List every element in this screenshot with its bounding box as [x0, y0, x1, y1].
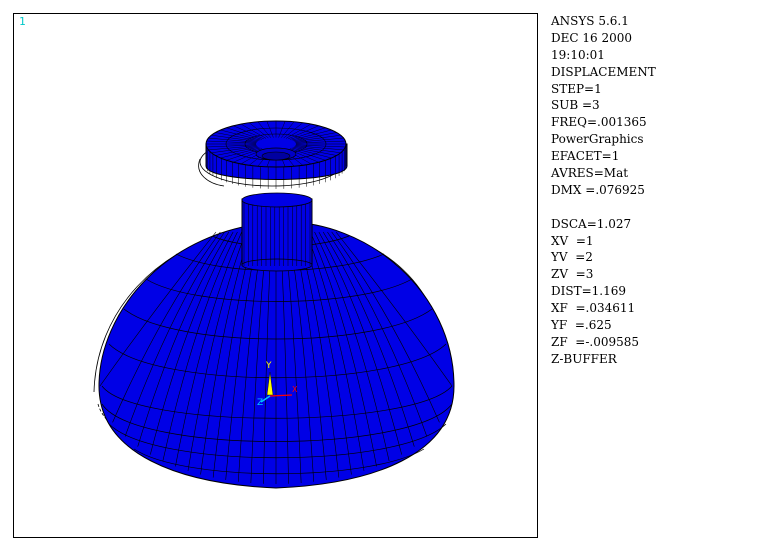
info-line: Z-BUFFER: [551, 351, 617, 366]
info-line: DIST=1.169: [551, 284, 626, 299]
analysis-info-group: ANSYS 5.6.1 DEC 16 2000 19:10:01 DISPLACEME…: [551, 13, 751, 199]
info-line: PowerGraphics: [551, 132, 644, 147]
info-line: 19:10:01: [551, 47, 605, 62]
info-line: DSCA=1.027: [551, 216, 632, 231]
info-line: FREQ=.001365: [551, 115, 647, 130]
info-line: STEP=1: [551, 81, 602, 96]
info-line: ANSYS 5.6.1: [551, 14, 629, 28]
info-line: DISPLACEMENT: [551, 64, 656, 79]
triad-label-x: X: [292, 385, 298, 394]
graphics-viewport[interactable]: 1 Y X Z: [13, 13, 538, 538]
triad-label-z: Z: [257, 398, 263, 408]
info-line: DMX =.076925: [551, 182, 645, 197]
info-line: SUB =3: [551, 98, 600, 113]
info-line: ZF =-.009585: [551, 334, 640, 349]
view-info-group: DSCA=1.027 XV =1 YV =2 ZV =3 DIST=1.169 XF =.…: [551, 216, 751, 368]
info-line: AVRES=Mat: [551, 166, 629, 181]
info-line: EFACET=1: [551, 149, 620, 164]
flange-disk: [205, 120, 348, 189]
info-line: DEC 16 2000: [551, 30, 632, 45]
info-line: YF =.625: [551, 318, 612, 333]
info-line: XV =1: [551, 233, 594, 248]
fe-model-display: Y X Z: [93, 120, 455, 489]
info-line: YV =2: [551, 250, 593, 265]
triad-label-y: Y: [265, 361, 272, 371]
info-gap: [551, 199, 751, 216]
status-legend-panel: ANSYS 5.6.1 DEC 16 2000 19:10:01 DISPLACEME…: [551, 13, 751, 368]
info-line: XF =.034611: [551, 301, 636, 316]
info-line: ZV =3: [551, 267, 594, 282]
neck-cylinder: [241, 192, 313, 272]
